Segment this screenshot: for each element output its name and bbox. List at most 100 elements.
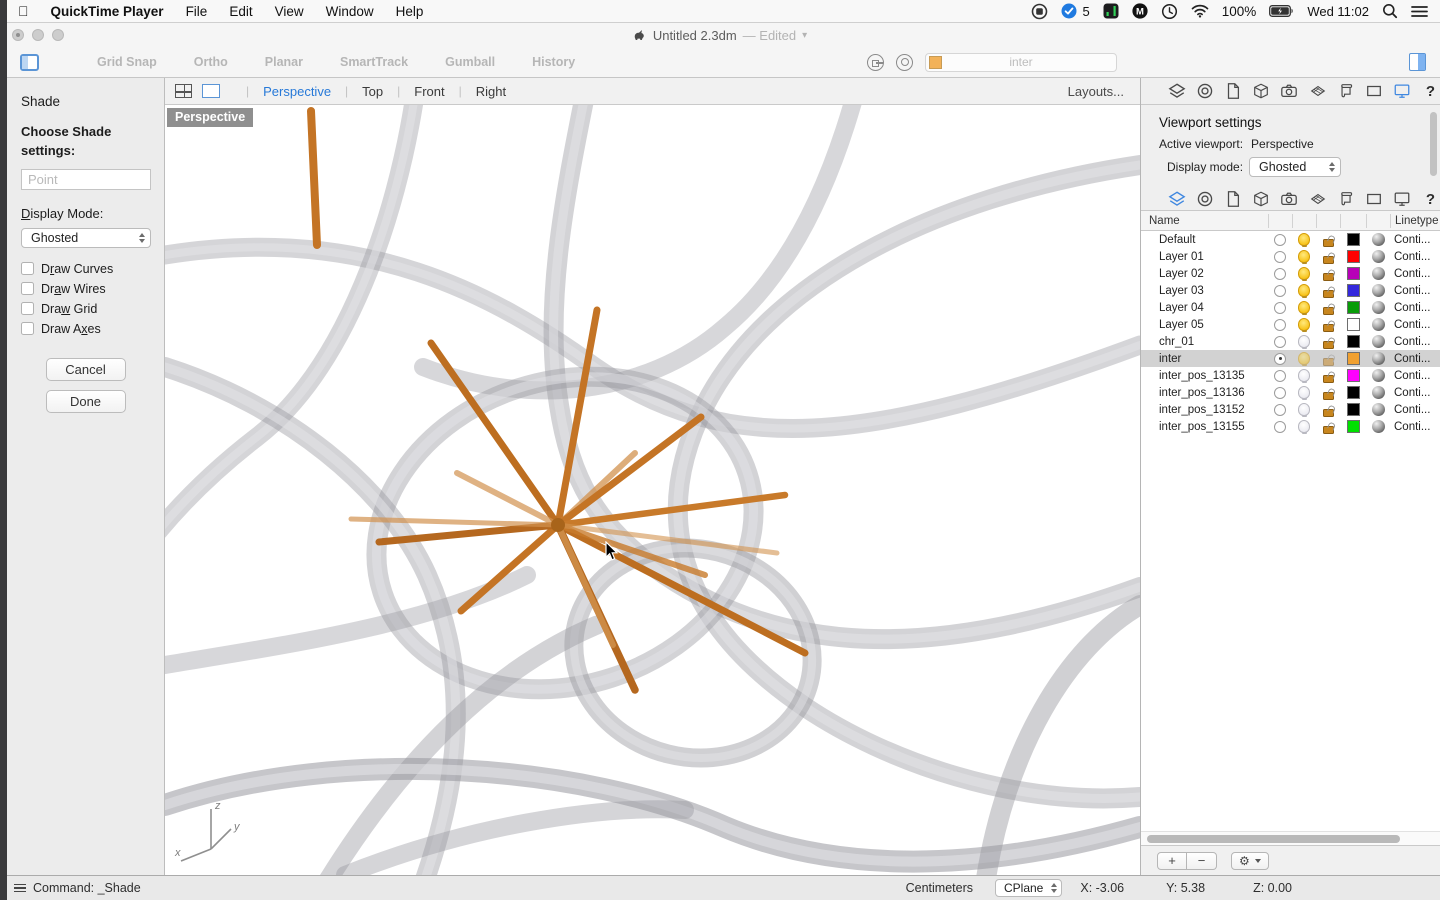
current-layer-radio[interactable] — [1274, 234, 1286, 246]
minimize-window-button[interactable] — [32, 29, 44, 41]
layer-linetype[interactable]: Conti... — [1390, 421, 1440, 433]
display-mode-select-right[interactable]: Ghosted — [1249, 157, 1341, 177]
notes-panel-tab-icon[interactable] — [1336, 82, 1355, 101]
tab-front[interactable]: Front — [414, 84, 444, 99]
layer-visibility-bulb-icon[interactable] — [1298, 318, 1310, 331]
layer-row[interactable]: inter_pos_13152 Conti... — [1141, 401, 1440, 418]
screen-record-stop-icon[interactable] — [1031, 3, 1048, 20]
display-mode-select[interactable]: Ghosted — [21, 228, 151, 248]
remove-layer-button[interactable]: − — [1187, 852, 1217, 870]
window-title[interactable]: Untitled 2.3dm — [653, 28, 737, 43]
layer-row[interactable]: inter Conti... — [1141, 350, 1440, 367]
horizontal-scrollbar-thumb[interactable] — [1147, 835, 1400, 843]
layer-linetype[interactable]: Conti... — [1390, 268, 1440, 280]
layer-color-swatch[interactable] — [1347, 369, 1360, 382]
layer-name[interactable]: Default — [1141, 234, 1268, 246]
materials-panel-tab-icon[interactable] — [1308, 190, 1327, 209]
done-button[interactable]: Done — [46, 390, 126, 413]
box-panel-tab-icon[interactable] — [1252, 190, 1271, 209]
toggle-gumball[interactable]: Gumball — [445, 55, 495, 69]
layer-name[interactable]: inter_pos_13152 — [1141, 404, 1268, 416]
layer-visibility-bulb-icon[interactable] — [1298, 250, 1310, 263]
horizontal-scrollbar[interactable] — [1141, 831, 1440, 845]
layer-visibility-bulb-icon[interactable] — [1298, 352, 1310, 365]
layer-row[interactable]: Layer 03 Conti... — [1141, 282, 1440, 299]
time-machine-icon[interactable] — [1161, 3, 1178, 20]
layer-name[interactable]: Layer 02 — [1141, 268, 1268, 280]
layer-material-icon[interactable] — [1372, 318, 1385, 331]
checkbox-box[interactable] — [21, 322, 34, 335]
command-search-field[interactable]: inter — [925, 53, 1117, 72]
layer-lock-icon[interactable] — [1323, 409, 1334, 417]
layer-name[interactable]: Layer 04 — [1141, 302, 1268, 314]
layer-name[interactable]: Layer 05 — [1141, 319, 1268, 331]
layer-name[interactable]: inter_pos_13136 — [1141, 387, 1268, 399]
layer-row[interactable]: inter_pos_13155 Conti... — [1141, 418, 1440, 435]
layer-visibility-bulb-icon[interactable] — [1298, 301, 1310, 314]
close-window-button[interactable] — [12, 29, 24, 41]
layout-panel-tab-icon[interactable] — [1364, 82, 1383, 101]
layer-lock-icon[interactable] — [1323, 324, 1334, 332]
layer-linetype[interactable]: Conti... — [1390, 302, 1440, 314]
command-prompt[interactable]: Command: _Shade — [33, 881, 141, 895]
checkbox-draw-wires[interactable]: Draw Wires — [21, 282, 150, 296]
box-panel-tab-icon[interactable] — [1252, 82, 1271, 101]
display-panel-tab-icon[interactable] — [1393, 190, 1412, 209]
layouts-button[interactable]: Layouts... — [1068, 84, 1124, 99]
notification-center-icon[interactable] — [1411, 5, 1428, 18]
spotlight-search-icon[interactable] — [1382, 3, 1398, 19]
layer-material-icon[interactable] — [1372, 369, 1385, 382]
help-panel-tab-icon[interactable]: ? — [1421, 190, 1440, 209]
camera-panel-tab-icon[interactable] — [1280, 190, 1299, 209]
wifi-icon[interactable] — [1191, 4, 1209, 18]
layer-lock-icon[interactable] — [1323, 256, 1334, 264]
current-layer-radio[interactable] — [1274, 353, 1286, 365]
current-layer-radio[interactable] — [1274, 319, 1286, 331]
layer-visibility-bulb-icon[interactable] — [1298, 420, 1310, 433]
layer-linetype[interactable]: Conti... — [1390, 370, 1440, 382]
layer-color-swatch[interactable] — [1347, 233, 1360, 246]
layer-name[interactable]: inter — [1141, 353, 1268, 365]
layers-panel-tab-icon[interactable] — [1167, 190, 1186, 209]
m-badge-icon[interactable]: M — [1132, 3, 1148, 19]
column-name[interactable]: Name — [1141, 215, 1268, 227]
menu-window[interactable]: Window — [326, 4, 374, 19]
checkbox-box[interactable] — [21, 262, 34, 275]
layer-color-swatch[interactable] — [1347, 301, 1360, 314]
current-layer-radio[interactable] — [1274, 268, 1286, 280]
layer-name[interactable]: inter_pos_13155 — [1141, 421, 1268, 433]
document-panel-tab-icon[interactable] — [1223, 190, 1242, 209]
filter-icon[interactable] — [896, 54, 913, 71]
layer-visibility-bulb-icon[interactable] — [1298, 369, 1310, 382]
current-layer-radio[interactable] — [1274, 251, 1286, 263]
add-layer-button[interactable]: + — [1157, 852, 1187, 870]
layer-lock-icon[interactable] — [1323, 273, 1334, 281]
left-panel-toggle-icon[interactable] — [20, 54, 39, 71]
materials-panel-tab-icon[interactable] — [1308, 82, 1327, 101]
viewport-canvas[interactable]: Perspective — [165, 105, 1140, 875]
current-layer-radio[interactable] — [1274, 302, 1286, 314]
layer-name[interactable]: chr_01 — [1141, 336, 1268, 348]
layer-row[interactable]: Layer 01 Conti... — [1141, 248, 1440, 265]
tab-top[interactable]: Top — [362, 84, 383, 99]
layer-name[interactable]: Layer 03 — [1141, 285, 1268, 297]
layer-options-button[interactable]: ⚙ — [1231, 852, 1269, 870]
menubar-clock[interactable]: Wed 11:02 — [1307, 4, 1369, 19]
layer-color-swatch[interactable] — [1347, 335, 1360, 348]
current-layer-radio[interactable] — [1274, 387, 1286, 399]
layer-material-icon[interactable] — [1372, 301, 1385, 314]
layer-color-swatch[interactable] — [1347, 403, 1360, 416]
layer-material-icon[interactable] — [1372, 386, 1385, 399]
tab-perspective[interactable]: Perspective — [263, 84, 331, 99]
apple-menu-icon[interactable]:  — [18, 3, 29, 19]
layers-panel-tab-icon[interactable] — [1167, 82, 1186, 101]
layer-visibility-bulb-icon[interactable] — [1298, 386, 1310, 399]
column-linetype[interactable]: Linetype — [1390, 214, 1440, 228]
record-history-icon[interactable] — [867, 54, 884, 71]
current-layer-radio[interactable] — [1274, 370, 1286, 382]
units-label[interactable]: Centimeters — [906, 881, 973, 895]
layer-color-swatch[interactable] — [1347, 318, 1360, 331]
hamburger-menu-icon[interactable] — [14, 884, 26, 893]
layer-color-swatch[interactable] — [1347, 284, 1360, 297]
layer-material-icon[interactable] — [1372, 352, 1385, 365]
